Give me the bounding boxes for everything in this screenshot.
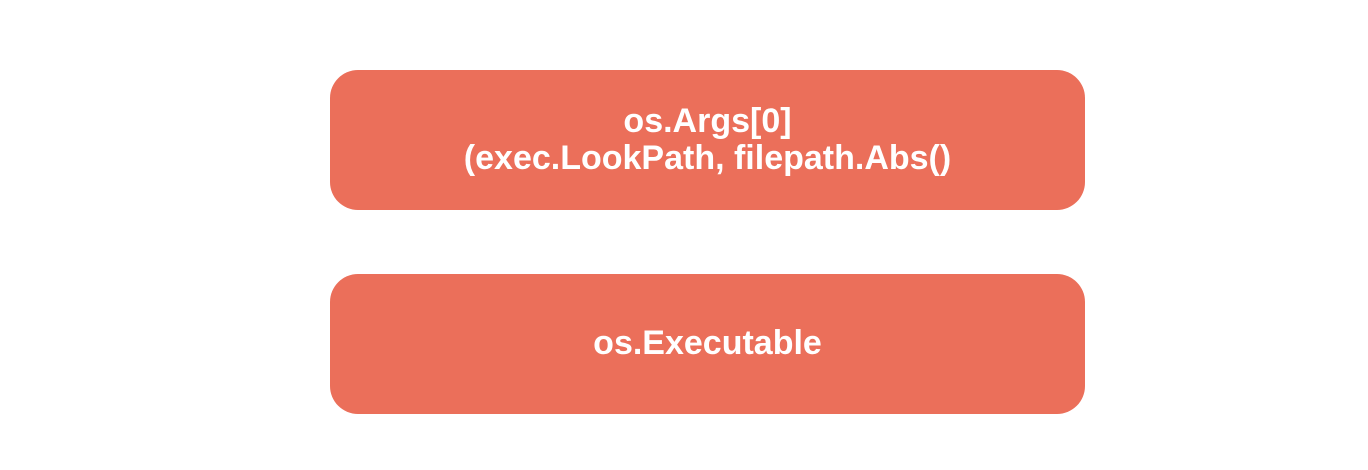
box-os-executable-line-1: os.Executable — [593, 324, 822, 363]
box-os-args-line-2: (exec.LookPath, filepath.Abs() — [463, 139, 952, 177]
box-os-args-line-1: os.Args[0] — [623, 101, 792, 140]
box-os-args: os.Args[0] (exec.LookPath, filepath.Abs(… — [330, 70, 1085, 210]
diagram: os.Args[0] (exec.LookPath, filepath.Abs(… — [0, 0, 1368, 470]
box-os-executable: os.Executable — [330, 274, 1085, 414]
